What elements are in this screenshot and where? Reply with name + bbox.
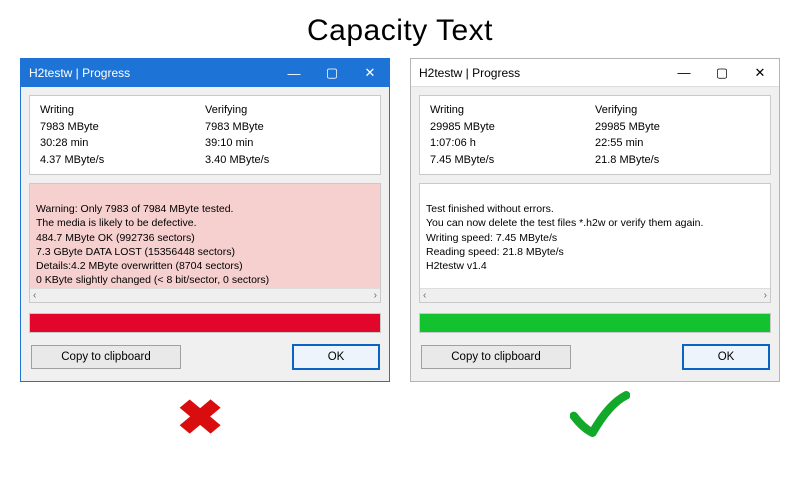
fail-mark: ✖ [15, 390, 385, 446]
pass-mark [415, 390, 785, 446]
copy-button[interactable]: Copy to clipboard [421, 345, 571, 369]
close-icon[interactable]: ✕ [741, 59, 779, 86]
verifying-column: Verifying 29985 MByte 22:55 min 21.8 MBy… [595, 102, 760, 168]
scroll-left-icon[interactable]: ‹ [423, 289, 426, 303]
minimize-icon[interactable]: ― [275, 59, 313, 87]
titlebar[interactable]: H2testw | Progress ― ▢ ✕ [411, 59, 779, 87]
maximize-icon[interactable]: ▢ [313, 59, 351, 87]
log-text: Test finished without errors. You can no… [426, 203, 703, 272]
verifying-amount: 7983 MByte [205, 119, 370, 136]
copy-button[interactable]: Copy to clipboard [31, 345, 181, 369]
horizontal-scrollbar[interactable]: ‹ › [30, 288, 380, 302]
log-output: Test finished without errors. You can no… [419, 183, 771, 303]
verifying-label: Verifying [205, 102, 370, 119]
window-title: H2testw | Progress [29, 66, 275, 80]
progress-bar [29, 313, 381, 333]
writing-column: Writing 7983 MByte 30:28 min 4.37 MByte/… [40, 102, 205, 168]
ok-button[interactable]: OK [293, 345, 379, 369]
cross-icon: ✖ [176, 390, 224, 446]
dialog-left: H2testw | Progress ― ▢ ✕ Writing 7983 MB… [20, 58, 390, 382]
writing-label: Writing [430, 102, 595, 119]
scroll-right-icon[interactable]: › [374, 289, 377, 303]
progress-bar [419, 313, 771, 333]
verifying-time: 39:10 min [205, 135, 370, 152]
scroll-right-icon[interactable]: › [764, 289, 767, 303]
stats-panel: Writing 29985 MByte 1:07:06 h 7.45 MByte… [419, 95, 771, 175]
verifying-speed: 21.8 MByte/s [595, 152, 760, 169]
window-title: H2testw | Progress [419, 66, 665, 80]
writing-speed: 7.45 MByte/s [430, 152, 595, 169]
log-output: Warning: Only 7983 of 7984 MByte tested.… [29, 183, 381, 303]
stats-panel: Writing 7983 MByte 30:28 min 4.37 MByte/… [29, 95, 381, 175]
close-icon[interactable]: ✕ [351, 59, 389, 87]
writing-time: 1:07:06 h [430, 135, 595, 152]
writing-amount: 29985 MByte [430, 119, 595, 136]
verifying-time: 22:55 min [595, 135, 760, 152]
writing-speed: 4.37 MByte/s [40, 152, 205, 169]
writing-amount: 7983 MByte [40, 119, 205, 136]
verifying-label: Verifying [595, 102, 760, 119]
check-icon [570, 425, 630, 442]
titlebar[interactable]: H2testw | Progress ― ▢ ✕ [21, 59, 389, 87]
writing-label: Writing [40, 102, 205, 119]
page-heading: Capacity Text [0, 0, 800, 48]
ok-button[interactable]: OK [683, 345, 769, 369]
writing-time: 30:28 min [40, 135, 205, 152]
scroll-left-icon[interactable]: ‹ [33, 289, 36, 303]
horizontal-scrollbar[interactable]: ‹ › [420, 288, 770, 302]
verifying-amount: 29985 MByte [595, 119, 760, 136]
verifying-column: Verifying 7983 MByte 39:10 min 3.40 MByt… [205, 102, 370, 168]
minimize-icon[interactable]: ― [665, 59, 703, 86]
maximize-icon[interactable]: ▢ [703, 59, 741, 86]
verifying-speed: 3.40 MByte/s [205, 152, 370, 169]
writing-column: Writing 29985 MByte 1:07:06 h 7.45 MByte… [430, 102, 595, 168]
dialog-right: H2testw | Progress ― ▢ ✕ Writing 29985 M… [410, 58, 780, 382]
